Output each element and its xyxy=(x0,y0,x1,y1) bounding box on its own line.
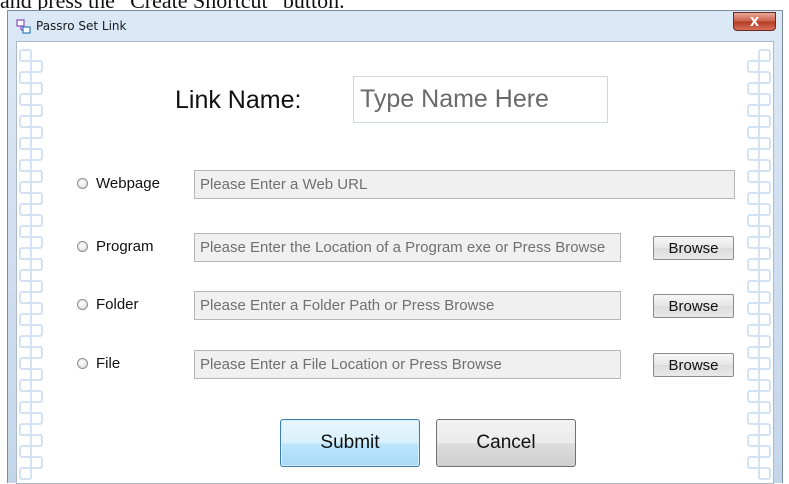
link-name-label: Link Name: xyxy=(175,86,302,114)
webpage-radio[interactable] xyxy=(77,178,88,189)
file-browse-button[interactable]: Browse xyxy=(653,353,734,377)
file-radio-label[interactable]: File xyxy=(96,355,120,372)
link-name-input[interactable] xyxy=(353,76,608,123)
submit-button[interactable]: Submit xyxy=(280,419,420,467)
dialog-window: Passro Set Link X Link Name: Type Name H… xyxy=(7,10,783,484)
file-path-input[interactable] xyxy=(194,350,621,379)
title-bar[interactable]: Passro Set Link X xyxy=(8,11,782,41)
chain-border-left-decoration xyxy=(19,49,43,480)
chain-border-right-decoration xyxy=(747,49,771,480)
document-caption-text: and press the “Create Shortcut” button. xyxy=(0,0,789,10)
webpage-url-input[interactable] xyxy=(194,170,735,199)
file-radio[interactable] xyxy=(77,358,88,369)
program-path-input[interactable] xyxy=(194,233,621,262)
folder-radio-label[interactable]: Folder xyxy=(96,296,139,313)
folder-radio[interactable] xyxy=(77,299,88,310)
app-link-icon xyxy=(16,19,32,35)
close-button[interactable]: X xyxy=(733,12,776,31)
program-browse-button[interactable]: Browse xyxy=(653,236,734,260)
cancel-button[interactable]: Cancel xyxy=(436,419,576,467)
folder-path-input[interactable] xyxy=(194,291,621,320)
program-radio[interactable] xyxy=(77,241,88,252)
dialog-client-area: Link Name: Webpage Program Browse Folder… xyxy=(16,41,774,484)
folder-browse-button[interactable]: Browse xyxy=(653,294,734,318)
window-title: Passro Set Link xyxy=(36,19,127,33)
program-radio-label[interactable]: Program xyxy=(96,238,154,255)
webpage-radio-label[interactable]: Webpage xyxy=(96,175,160,192)
